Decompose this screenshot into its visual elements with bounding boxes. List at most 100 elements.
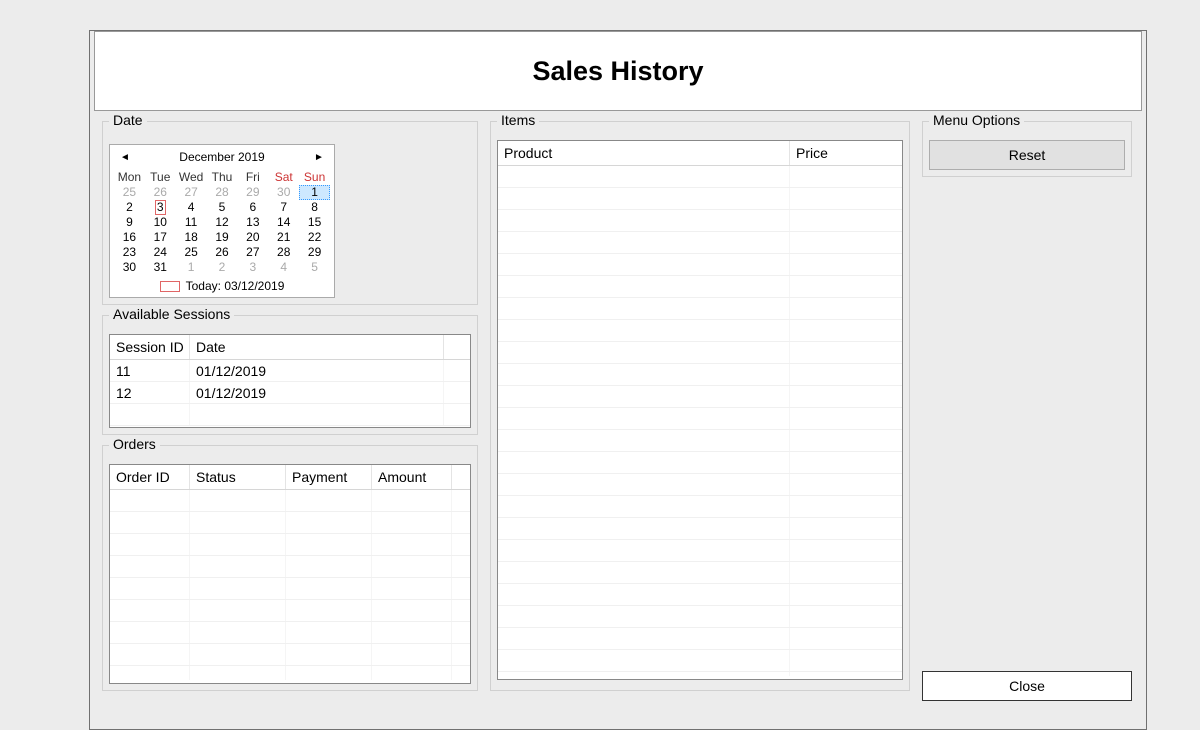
items-col-price[interactable]: Price <box>790 141 902 165</box>
calendar-day[interactable]: 11 <box>176 215 207 230</box>
calendar-day[interactable]: 12 <box>207 215 238 230</box>
items-list[interactable]: Product Price ..........................… <box>497 140 903 680</box>
table-cell <box>444 360 470 381</box>
table-row[interactable]: 1101/12/2019 <box>110 360 470 382</box>
calendar-day[interactable]: 31 <box>145 260 176 275</box>
calendar-day[interactable]: 25 <box>176 245 207 260</box>
calendar-dow: Tue <box>145 169 176 185</box>
table-cell: . <box>790 518 902 539</box>
table-cell: . <box>498 166 790 187</box>
calendar-day[interactable]: 27 <box>237 245 268 260</box>
table-row: ..... <box>110 556 470 578</box>
calendar-day[interactable]: 21 <box>268 230 299 245</box>
calendar-day[interactable]: 24 <box>145 245 176 260</box>
sessions-col-date[interactable]: Date <box>190 335 444 359</box>
calendar-day[interactable]: 4 <box>176 200 207 215</box>
table-cell: . <box>498 188 790 209</box>
date-picker[interactable]: ◄ December 2019 ► MonTueWedThuFriSatSun2… <box>109 144 335 298</box>
table-cell: . <box>498 364 790 385</box>
calendar-day[interactable]: 27 <box>176 185 207 200</box>
table-cell: . <box>372 578 452 599</box>
table-cell <box>444 404 470 425</box>
table-row: .. <box>498 628 902 650</box>
calendar-prev-month[interactable]: ◄ <box>114 145 136 169</box>
table-cell: . <box>286 666 372 680</box>
table-row[interactable]: 1201/12/2019 <box>110 382 470 404</box>
calendar-day[interactable]: 28 <box>268 245 299 260</box>
orders-col-payment[interactable]: Payment <box>286 465 372 489</box>
table-row: .. <box>498 232 902 254</box>
calendar-day[interactable]: 8 <box>299 200 330 215</box>
calendar-day[interactable]: 5 <box>207 200 238 215</box>
calendar-day[interactable]: 23 <box>114 245 145 260</box>
orders-list[interactable]: Order ID Status Payment Amount .........… <box>109 464 471 684</box>
orders-col-id[interactable]: Order ID <box>110 465 190 489</box>
sessions-list[interactable]: Session ID Date 1101/12/20191201/12/2019… <box>109 334 471 428</box>
calendar-day[interactable]: 10 <box>145 215 176 230</box>
calendar-day[interactable]: 2 <box>114 200 145 215</box>
calendar-day[interactable]: 5 <box>299 260 330 275</box>
table-cell: . <box>452 600 470 621</box>
table-cell: . <box>498 386 790 407</box>
table-cell: . <box>498 232 790 253</box>
calendar-day[interactable]: 3 <box>145 200 176 215</box>
sessions-col-id[interactable]: Session ID <box>110 335 190 359</box>
table-cell: . <box>498 408 790 429</box>
calendar-next-month[interactable]: ► <box>308 145 330 169</box>
calendar-day[interactable]: 9 <box>114 215 145 230</box>
calendar-day[interactable]: 3 <box>237 260 268 275</box>
calendar-day[interactable]: 19 <box>207 230 238 245</box>
calendar-day[interactable]: 6 <box>237 200 268 215</box>
calendar-today-link[interactable]: Today: 03/12/2019 <box>110 277 334 297</box>
table-cell: . <box>372 490 452 511</box>
calendar-day[interactable]: 29 <box>237 185 268 200</box>
calendar-day[interactable]: 22 <box>299 230 330 245</box>
calendar-day[interactable]: 29 <box>299 245 330 260</box>
calendar-day[interactable]: 15 <box>299 215 330 230</box>
calendar-day[interactable]: 13 <box>237 215 268 230</box>
table-row: .. <box>498 188 902 210</box>
calendar-day[interactable]: 18 <box>176 230 207 245</box>
table-cell: . <box>372 512 452 533</box>
table-cell: . <box>372 534 452 555</box>
close-button[interactable]: Close <box>922 671 1132 701</box>
orders-col-amount[interactable]: Amount <box>372 465 452 489</box>
items-col-product[interactable]: Product <box>498 141 790 165</box>
calendar-day[interactable]: 26 <box>207 245 238 260</box>
table-cell: . <box>498 320 790 341</box>
calendar-day[interactable]: 20 <box>237 230 268 245</box>
table-cell: . <box>110 556 190 577</box>
calendar-day[interactable]: 30 <box>114 260 145 275</box>
reset-button[interactable]: Reset <box>929 140 1125 170</box>
table-row: .. <box>498 276 902 298</box>
calendar-day[interactable]: 2 <box>207 260 238 275</box>
calendar-day[interactable]: 30 <box>268 185 299 200</box>
calendar-day[interactable]: 16 <box>114 230 145 245</box>
calendar-today-label: Today: 03/12/2019 <box>186 279 285 293</box>
table-cell: . <box>790 562 902 583</box>
calendar-day[interactable]: 1 <box>299 185 330 200</box>
calendar-day[interactable]: 1 <box>176 260 207 275</box>
table-cell: . <box>190 512 286 533</box>
table-row: ..... <box>110 600 470 622</box>
table-cell: . <box>790 342 902 363</box>
table-cell: . <box>110 578 190 599</box>
table-cell: . <box>372 600 452 621</box>
menu-options-group-label: Menu Options <box>929 113 1024 127</box>
calendar-day[interactable]: 4 <box>268 260 299 275</box>
calendar-day[interactable]: 28 <box>207 185 238 200</box>
orders-col-status[interactable]: Status <box>190 465 286 489</box>
calendar-day[interactable]: 7 <box>268 200 299 215</box>
calendar-month-label[interactable]: December 2019 <box>179 150 264 164</box>
table-cell: . <box>286 512 372 533</box>
table-row: .. <box>498 606 902 628</box>
calendar-day[interactable]: 25 <box>114 185 145 200</box>
table-cell: . <box>498 518 790 539</box>
orders-group: Orders Order ID Status Payment Amount ..… <box>102 445 478 691</box>
calendar-day[interactable]: 17 <box>145 230 176 245</box>
table-cell: . <box>498 562 790 583</box>
table-cell: . <box>498 276 790 297</box>
table-row: .. <box>498 320 902 342</box>
calendar-day[interactable]: 26 <box>145 185 176 200</box>
calendar-day[interactable]: 14 <box>268 215 299 230</box>
